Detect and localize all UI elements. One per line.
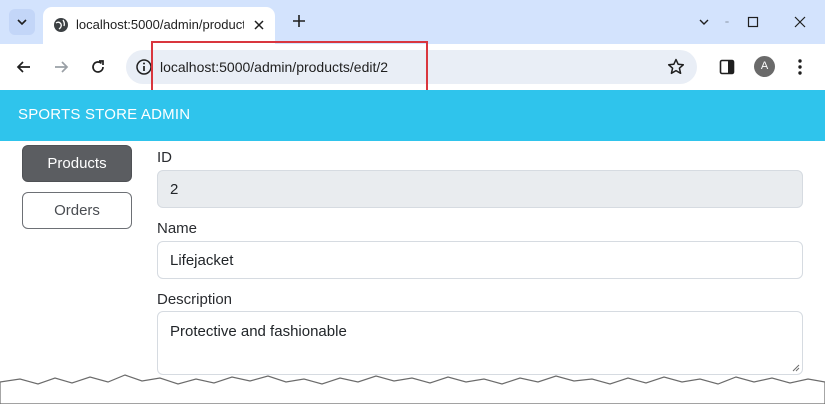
url-text[interactable]: localhost:5000/admin/products/edit/2 xyxy=(160,58,388,76)
kebab-menu-icon xyxy=(798,59,802,75)
browser-toolbar: localhost:5000/admin/products/edit/2 A xyxy=(0,44,825,90)
tab-search-button[interactable] xyxy=(9,9,35,35)
id-value: 2 xyxy=(170,180,179,198)
close-icon xyxy=(794,16,806,28)
name-label: Name xyxy=(157,220,198,237)
products-nav-button[interactable]: Products xyxy=(22,145,132,182)
back-arrow-icon xyxy=(16,61,30,73)
close-window-button[interactable] xyxy=(788,10,812,34)
side-panel-button[interactable] xyxy=(717,57,737,77)
reload-icon xyxy=(92,60,104,73)
avatar[interactable]: A xyxy=(754,56,775,77)
close-icon[interactable] xyxy=(251,17,267,33)
id-field: 2 xyxy=(157,170,803,208)
minimize-button[interactable] xyxy=(705,10,729,34)
back-button[interactable] xyxy=(14,57,34,77)
menu-button[interactable] xyxy=(790,57,810,77)
description-label: Description xyxy=(157,291,233,308)
reload-button[interactable] xyxy=(88,57,108,77)
id-label: ID xyxy=(157,149,172,166)
page-header: SPORTS STORE ADMIN xyxy=(0,90,825,141)
minimize-icon xyxy=(725,21,729,23)
globe-icon xyxy=(54,18,68,32)
info-icon[interactable] xyxy=(135,58,153,76)
star-icon[interactable] xyxy=(666,57,686,77)
torn-edge xyxy=(0,374,825,404)
tab-strip: localhost:5000/admin/products xyxy=(0,0,825,44)
new-tab-icon[interactable] xyxy=(290,12,308,30)
address-bar[interactable]: localhost:5000/admin/products/edit/2 xyxy=(126,50,697,84)
maximize-button[interactable] xyxy=(741,10,765,34)
maximize-icon xyxy=(747,16,759,28)
side-panel-icon xyxy=(719,59,735,75)
description-value: Protective and fashionable xyxy=(170,323,347,340)
page-title: SPORTS STORE ADMIN xyxy=(18,106,191,123)
forward-arrow-icon xyxy=(55,61,69,73)
orders-nav-button[interactable]: Orders xyxy=(22,192,132,229)
forward-button[interactable] xyxy=(51,57,71,77)
name-field[interactable]: Lifejacket xyxy=(157,241,803,279)
browser-tab[interactable]: localhost:5000/admin/products xyxy=(43,7,275,44)
name-value: Lifejacket xyxy=(170,251,234,269)
tab-title: localhost:5000/admin/products xyxy=(76,17,244,32)
chevron-down-icon xyxy=(17,19,27,26)
